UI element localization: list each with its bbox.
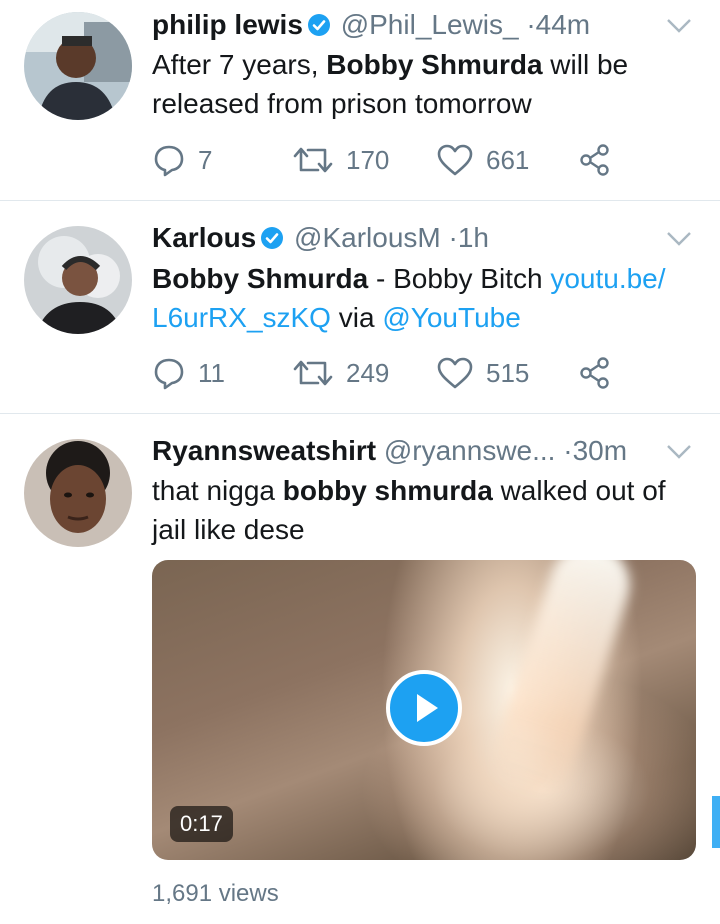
avatar[interactable] <box>24 226 132 334</box>
play-icon <box>417 694 438 722</box>
text-segment: via <box>330 302 383 333</box>
user-handle[interactable]: @Phil_Lewis_ <box>341 9 519 40</box>
like-button[interactable]: 515 <box>436 353 529 393</box>
text-segment: - Bobby Bitch <box>368 263 551 294</box>
retweet-button[interactable]: 249 <box>292 353 389 393</box>
video-duration: 0:17 <box>170 806 233 842</box>
retweet-count: 249 <box>346 357 390 388</box>
avatar[interactable] <box>24 439 132 547</box>
separator: · <box>526 9 536 40</box>
timestamp[interactable]: 1h <box>458 222 489 253</box>
tweet-header: philip lewis @Phil_Lewis_ ·44m <box>152 8 684 42</box>
reply-button[interactable]: 11 <box>152 353 225 393</box>
timestamp[interactable]: 30m <box>573 435 627 466</box>
timestamp[interactable]: 44m <box>536 9 590 40</box>
tweet-header: Ryannsweatshirt @ryannswe... ·30m <box>152 434 684 468</box>
display-name[interactable]: Karlous <box>152 222 256 253</box>
chevron-down-icon[interactable] <box>666 444 692 460</box>
text-segment: that nigga <box>152 475 283 506</box>
text-bold: Bobby Shmurda <box>326 49 543 80</box>
scrollbar[interactable] <box>712 796 720 848</box>
tweet-text: that nigga bobby shmurda walked out of j… <box>152 471 690 549</box>
like-button[interactable]: 661 <box>436 140 529 180</box>
verified-badge-icon <box>261 227 284 249</box>
separator: · <box>448 222 458 253</box>
text-segment: After 7 years, <box>152 49 327 80</box>
view-count: 1,691 views <box>152 880 279 907</box>
display-name[interactable]: Ryannsweatshirt <box>152 435 376 466</box>
share-icon <box>580 357 609 389</box>
tweet-header: Karlous @KarlousM ·1h <box>152 221 684 255</box>
retweet-icon <box>293 360 333 386</box>
mention-link[interactable]: @YouTube <box>382 302 520 333</box>
retweet-button[interactable]: 170 <box>292 140 389 180</box>
separator: · <box>563 435 573 466</box>
verified-badge-icon <box>307 14 330 36</box>
reply-count: 7 <box>198 144 213 175</box>
tweet-2[interactable]: Karlous @KarlousM ·1h Bobby Shmurda - Bo… <box>0 201 720 413</box>
chevron-down-icon[interactable] <box>666 18 692 34</box>
avatar[interactable] <box>24 12 132 120</box>
reply-button[interactable]: 7 <box>152 140 212 180</box>
tweet-text: After 7 years, Bobby Shmurda will be rel… <box>152 45 690 123</box>
display-name[interactable]: philip lewis <box>152 9 303 40</box>
video-frame <box>483 560 641 806</box>
share-button[interactable] <box>578 353 612 393</box>
video-player[interactable]: 0:17 <box>152 560 696 860</box>
like-icon <box>437 357 473 389</box>
tweet-1[interactable]: philip lewis @Phil_Lewis_ ·44m After 7 y… <box>0 0 720 200</box>
like-icon <box>437 144 473 176</box>
text-bold: bobby shmurda <box>282 475 493 506</box>
like-count: 661 <box>486 144 530 175</box>
chevron-down-icon[interactable] <box>666 231 692 247</box>
user-handle[interactable]: @KarlousM <box>294 222 441 253</box>
retweet-icon <box>293 147 333 173</box>
play-button[interactable] <box>386 670 462 746</box>
reply-count: 11 <box>198 357 225 388</box>
share-icon <box>580 144 609 176</box>
retweet-count: 170 <box>346 144 390 175</box>
reply-icon <box>154 145 184 177</box>
like-count: 515 <box>486 357 530 388</box>
share-button[interactable] <box>578 140 612 180</box>
reply-icon <box>154 358 184 390</box>
text-bold: Bobby Shmurda <box>152 263 369 294</box>
user-handle[interactable]: @ryannswe... <box>384 435 556 466</box>
tweet-text: Bobby Shmurda - Bobby Bitch youtu.be/ L6… <box>152 259 690 337</box>
